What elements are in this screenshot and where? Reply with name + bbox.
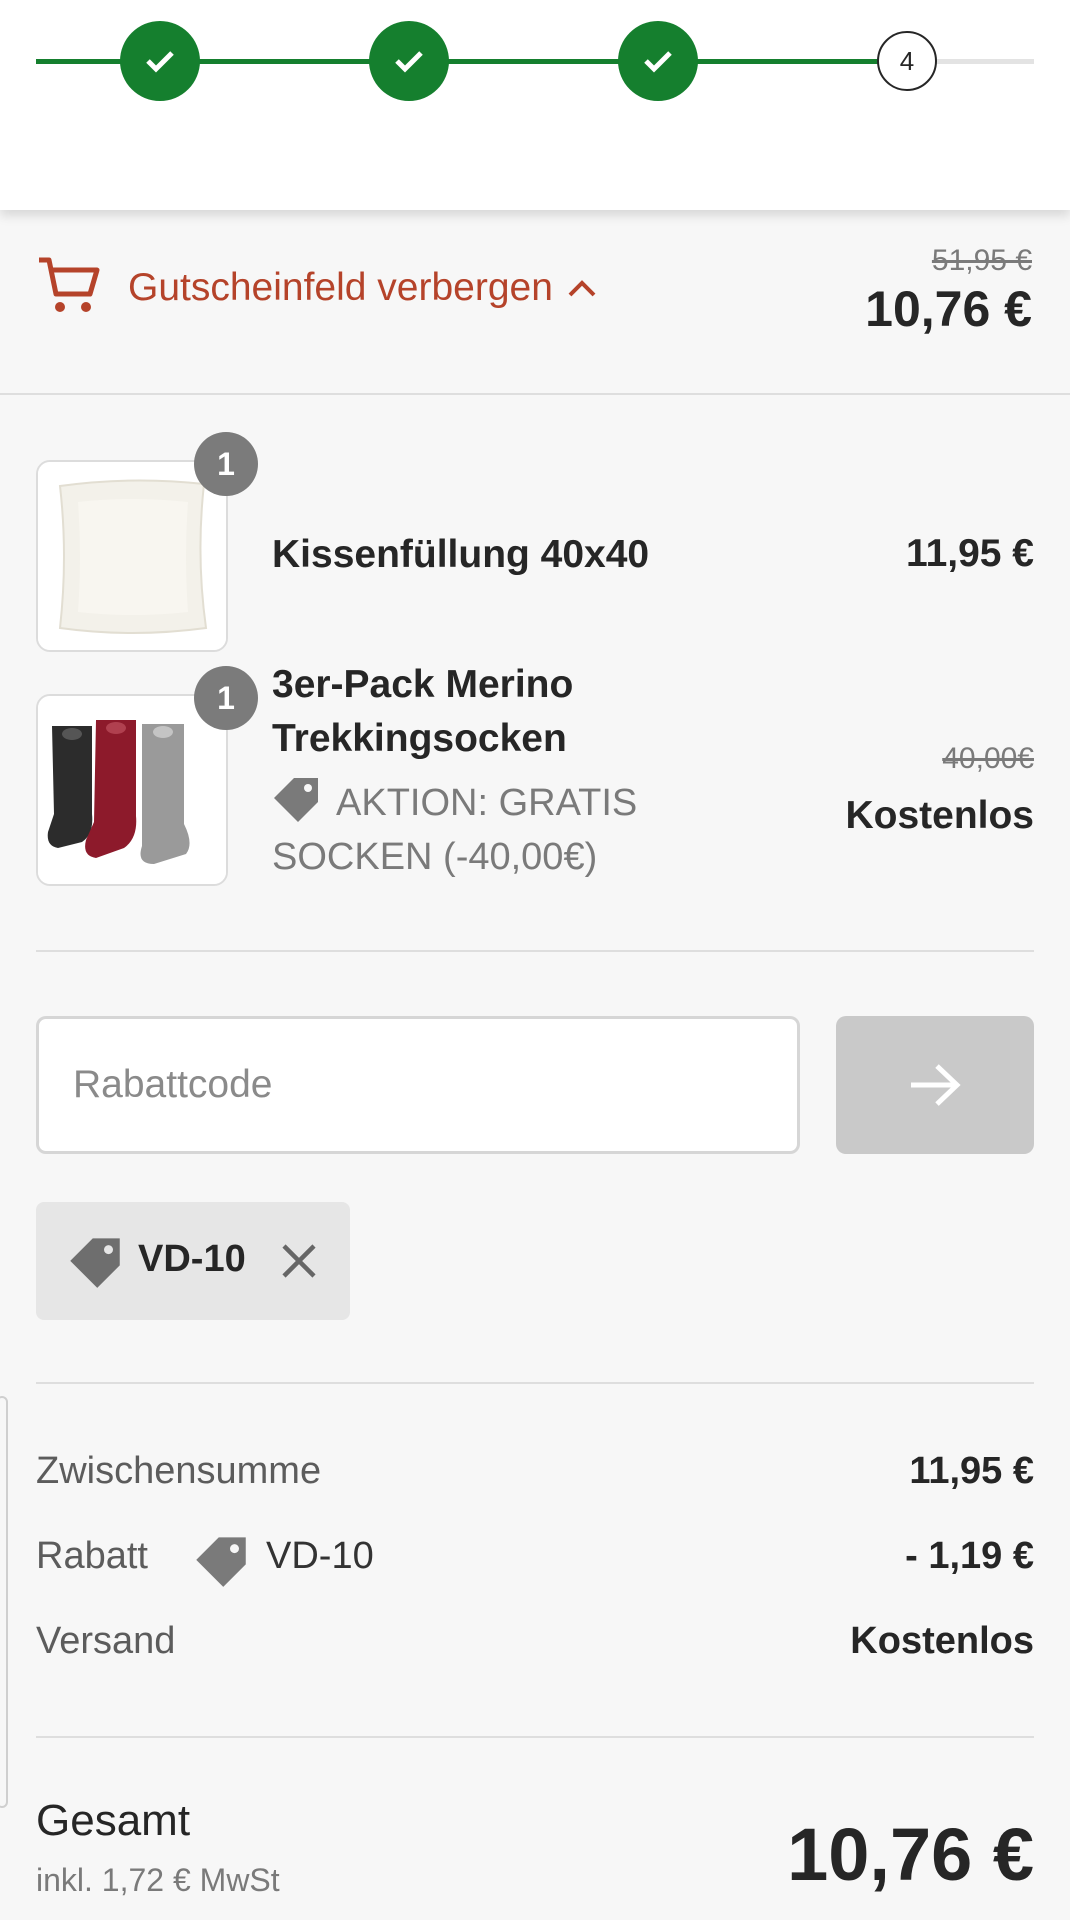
- subtotal-row: Zwischensumme 11,95 €: [36, 1450, 1034, 1500]
- total-label: Gesamt: [36, 1796, 191, 1845]
- product-title: Kissenfüllung 40x40: [272, 533, 650, 576]
- tax-note: inkl. 1,72 € MwSt: [36, 1862, 280, 1898]
- summary-total-price: 10,76 €: [865, 281, 1032, 337]
- divider: [36, 1736, 1034, 1738]
- promo-label-line2: SOCKEN (-40,00€): [272, 836, 598, 878]
- checkmark-icon: [146, 51, 174, 73]
- discount-label: Rabatt: [36, 1535, 148, 1577]
- arrow-right-icon: [911, 1064, 961, 1106]
- discount-value: - 1,19 €: [905, 1535, 1034, 1577]
- applied-coupon-code: VD-10: [138, 1238, 246, 1280]
- original-total-price: 51,95 €: [931, 244, 1032, 277]
- coupon-field-toggle[interactable]: Gutscheinfeld verbergen: [128, 266, 597, 310]
- step-number: 4: [899, 45, 915, 76]
- cart-icon: [39, 257, 100, 312]
- divider: [36, 1382, 1034, 1384]
- product-price: 11,95 €: [906, 532, 1034, 575]
- product-title-line2: Trekkingsocken: [272, 717, 567, 760]
- tag-icon: [70, 1238, 120, 1288]
- toggle-label-text: Gutscheinfeld verbergen: [128, 266, 553, 309]
- subtotal-value: 11,95 €: [909, 1450, 1034, 1492]
- product-title-line1: 3er-Pack Merino: [272, 663, 574, 706]
- subtotal-label: Zwischensumme: [36, 1450, 322, 1492]
- quantity-badge: 1: [194, 666, 258, 730]
- applied-coupon-chip: VD-10: [36, 1202, 350, 1320]
- product-image-pillow: [36, 460, 228, 652]
- quantity-badge: 1: [194, 432, 258, 496]
- shipping-value: Kostenlos: [850, 1620, 1034, 1662]
- shipping-label: Versand: [36, 1620, 176, 1662]
- checkmark-icon: [644, 51, 672, 73]
- promo-label-line1: AKTION: GRATIS: [336, 782, 638, 824]
- discount-code-input[interactable]: [36, 1016, 800, 1154]
- checkmark-icon: [395, 51, 423, 73]
- checkout-stepper: 4: [0, 0, 1070, 210]
- discount-row: Rabatt VD-10 - 1,19 €: [36, 1535, 1034, 1587]
- discount-code: VD-10: [266, 1535, 374, 1577]
- chevron-up-icon: [568, 280, 596, 297]
- product-original-price: 40,00€: [942, 742, 1034, 775]
- shipping-row: Versand Kostenlos: [36, 1620, 1034, 1670]
- line-item: 1 Kissenfüllung 40x40 11,95 €: [36, 432, 1034, 652]
- side-panel-edge: [0, 1396, 8, 1808]
- remove-coupon-icon[interactable]: [280, 1242, 318, 1280]
- step-3-complete[interactable]: [618, 21, 698, 101]
- line-item: 1 3er-Pack Merino Trekkingsocken AKTION:…: [36, 663, 1034, 886]
- tag-icon: [196, 1537, 246, 1587]
- product-image-socks: [36, 694, 228, 886]
- product-price: Kostenlos: [845, 794, 1034, 837]
- step-2-complete[interactable]: [369, 21, 449, 101]
- apply-coupon-button[interactable]: [836, 1016, 1034, 1154]
- step-4-current: 4: [877, 31, 937, 91]
- step-1-complete[interactable]: [120, 21, 200, 101]
- total-value: 10,76 €: [787, 1813, 1034, 1896]
- divider: [36, 950, 1034, 952]
- tag-icon: [274, 778, 318, 822]
